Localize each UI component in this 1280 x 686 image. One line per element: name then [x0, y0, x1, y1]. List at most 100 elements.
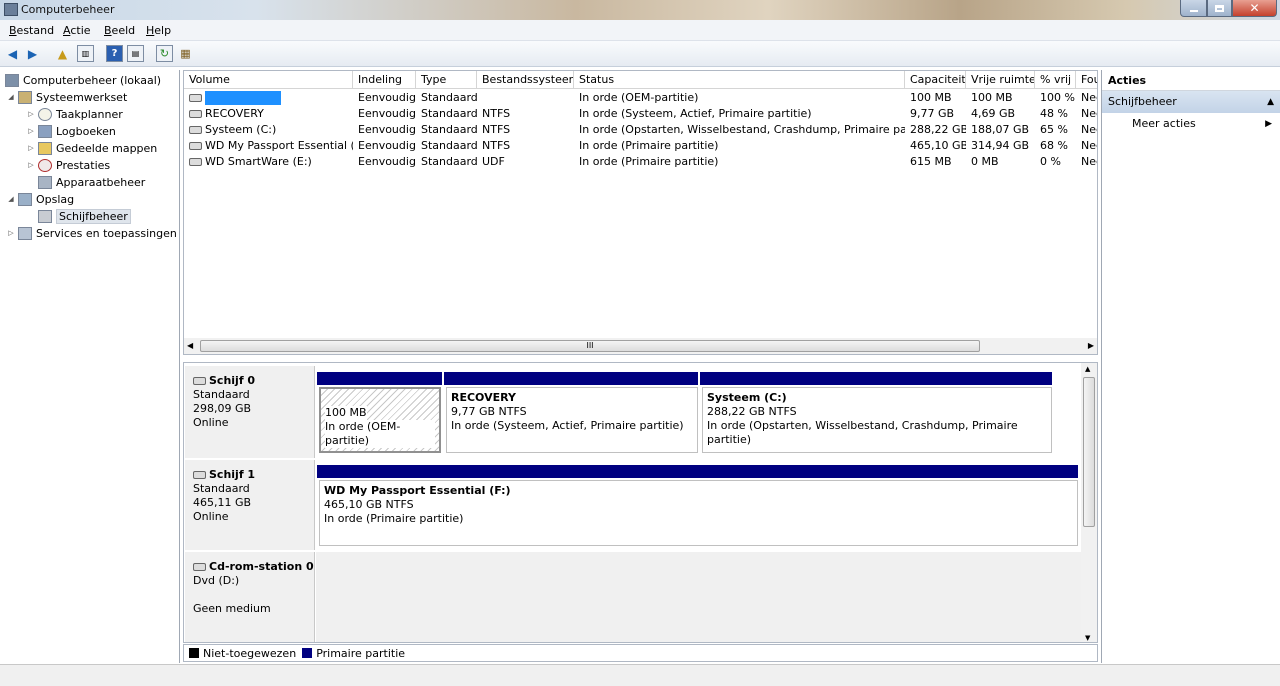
tree-item-apparaatbeheer[interactable]: Apparaatbeheer	[36, 174, 145, 190]
expand-arrow-icon[interactable]: ▷	[26, 161, 36, 169]
table-row[interactable]: WD SmartWare (E:) Eenvoudig Standaard UD…	[184, 154, 1097, 170]
cell-procent-vrij: 0 %	[1040, 155, 1061, 168]
disk-size: 298,09 GB	[193, 402, 252, 415]
forward-arrow-icon[interactable]: ▶	[24, 45, 41, 62]
cell-type: Standaard	[421, 155, 477, 168]
actions-item-label: Meer acties	[1132, 117, 1196, 130]
close-button[interactable]: ✕	[1232, 0, 1277, 17]
tree-item-systeemwerkset[interactable]: ◢ Systeemwerkset	[6, 89, 127, 105]
help-icon[interactable]: ?	[106, 45, 123, 62]
menu-bestand[interactable]: Bestand	[9, 24, 54, 37]
vertical-scrollbar[interactable]: ▲ ▼	[1081, 363, 1097, 642]
cdrom-0-label[interactable]: Cd-rom-station 0 Dvd (D:) Geen medium	[185, 552, 315, 642]
cell-capaciteit: 615 MB	[910, 155, 952, 168]
table-row[interactable]: RECOVERY Eenvoudig Standaard NTFS In ord…	[184, 106, 1097, 122]
partition-recovery[interactable]: RECOVERY 9,77 GB NTFS In orde (Systeem, …	[446, 387, 698, 453]
partition-name: RECOVERY	[451, 391, 516, 404]
refresh-icon[interactable]: ↻	[156, 45, 173, 62]
column-header-status[interactable]: Status	[574, 71, 905, 89]
column-header-bestandssysteem[interactable]: Bestandssysteem	[477, 71, 574, 89]
clock-icon	[38, 107, 52, 121]
restore-icon	[1215, 4, 1224, 12]
disk-name: Schijf 0	[209, 374, 256, 387]
show-hide-tree-icon[interactable]: ▥	[77, 45, 94, 62]
table-row[interactable]: WD My Passport Essential (F:) Eenvoudig …	[184, 138, 1097, 154]
partition-wd-passport[interactable]: WD My Passport Essential (F:) 465,10 GB …	[319, 480, 1078, 546]
scroll-up-icon[interactable]: ▲	[1085, 365, 1090, 373]
menu-beeld[interactable]: Beeld	[104, 24, 135, 37]
back-arrow-icon[interactable]: ◀	[4, 45, 21, 62]
menu-help[interactable]: Help	[146, 24, 171, 37]
column-header-type[interactable]: Type	[416, 71, 477, 89]
column-header-volume[interactable]: Volume	[184, 71, 353, 89]
disk-status: Online	[193, 416, 229, 429]
tree-label: Schijfbeheer	[56, 208, 131, 224]
maximize-button[interactable]	[1207, 0, 1232, 17]
cell-vrije-ruimte: 100 MB	[971, 91, 1013, 104]
hard-disk-icon	[193, 377, 206, 385]
scroll-down-icon[interactable]: ▼	[1085, 634, 1090, 642]
computer-icon	[5, 73, 19, 87]
tree-label: Systeemwerkset	[36, 90, 128, 104]
cell-procent-vrij: 48 %	[1040, 107, 1068, 120]
up-folder-icon[interactable]: ▲	[54, 45, 71, 62]
tree-item-logboeken[interactable]: ▷ Logboeken	[26, 123, 116, 139]
scrollbar-thumb[interactable]	[1083, 377, 1095, 527]
collapse-up-icon[interactable]: ▲	[1267, 91, 1274, 113]
table-row[interactable]: Systeem (C:) Eenvoudig Standaard NTFS In…	[184, 122, 1097, 138]
menu-actie[interactable]: Actie	[63, 24, 91, 37]
tree-item-taakplanner[interactable]: ▷ Taakplanner	[26, 106, 123, 122]
column-header-indeling[interactable]: Indeling	[353, 71, 416, 89]
expand-arrow-icon[interactable]: ▷	[26, 127, 36, 135]
menu-bar: Bestand Actie Beeld Help	[0, 20, 1280, 41]
disk-0-label[interactable]: Schijf 0 Standaard 298,09 GB Online	[185, 366, 315, 458]
expand-arrow-icon[interactable]: ▷	[26, 144, 36, 152]
partition-systeem[interactable]: Systeem (C:) 288,22 GB NTFS In orde (Ops…	[702, 387, 1052, 453]
collapse-arrow-icon[interactable]: ◢	[6, 93, 16, 101]
performance-icon	[38, 158, 52, 172]
tree-label: Prestaties	[56, 158, 111, 172]
legend-label-unallocated: Niet-toegewezen	[203, 646, 297, 660]
disk-name: Cd-rom-station 0	[209, 560, 314, 573]
expand-arrow-icon[interactable]: ▷	[26, 110, 36, 118]
cell-volume: Systeem (C:)	[184, 122, 353, 138]
tree-item-services-en-toepassingen[interactable]: ▷ Services en toepassingen	[6, 225, 177, 241]
table-row[interactable]: Eenvoudig Standaard In orde (OEM-partiti…	[184, 90, 1097, 106]
column-header-fout[interactable]: Fou	[1076, 71, 1097, 89]
disk-1-label[interactable]: Schijf 1 Standaard 465,11 GB Online	[185, 460, 315, 550]
cell-bestandssysteem	[477, 90, 574, 106]
partition-name: WD My Passport Essential (F:)	[324, 484, 511, 497]
tree-item-prestaties[interactable]: ▷ Prestaties	[26, 157, 110, 173]
disk-icon	[189, 142, 202, 150]
minimize-icon	[1189, 10, 1198, 12]
partition-oem[interactable]: 100 MB In orde (OEM-partitie)	[319, 387, 441, 453]
column-header-capaciteit[interactable]: Capaciteit	[905, 71, 966, 89]
partition-size: 9,77 GB NTFS	[451, 405, 527, 418]
expand-arrow-icon[interactable]: ▷	[6, 229, 16, 237]
tree-label: Opslag	[36, 192, 75, 206]
scroll-left-icon[interactable]: ◀	[187, 341, 193, 350]
horizontal-scrollbar[interactable]: ◀ III ▶	[184, 338, 1097, 354]
cell-vrije-ruimte: 4,69 GB	[971, 107, 1016, 120]
tree-item-opslag[interactable]: ◢ Opslag	[6, 191, 74, 207]
scroll-right-icon[interactable]: ▶	[1088, 341, 1094, 350]
tree-item-gedeelde-mappen[interactable]: ▷ Gedeelde mappen	[26, 140, 157, 156]
actions-header: Acties	[1102, 70, 1280, 91]
scrollbar-thumb[interactable]: III	[200, 340, 980, 352]
tree-item-schijfbeheer[interactable]: Schijfbeheer	[36, 208, 131, 224]
status-bar	[0, 664, 1280, 686]
actions-item-meer-acties[interactable]: Meer acties ▶	[1102, 113, 1280, 135]
collapse-arrow-icon[interactable]: ◢	[6, 195, 16, 203]
column-header-procent-vrij[interactable]: % vrij	[1035, 71, 1076, 89]
cell-vrije-ruimte: 188,07 GB	[971, 123, 1030, 136]
column-header-vrije-ruimte[interactable]: Vrije ruimte	[966, 71, 1035, 89]
actions-section-label: Schijfbeheer	[1108, 95, 1177, 108]
properties-icon[interactable]: ▦	[177, 45, 194, 62]
minimize-button[interactable]	[1180, 0, 1207, 17]
actions-section-schijfbeheer[interactable]: Schijfbeheer ▲	[1102, 91, 1280, 113]
show-hide-action-pane-icon[interactable]: ▤	[127, 45, 144, 62]
tree-label: Gedeelde mappen	[56, 141, 158, 155]
cell-indeling: Eenvoudig	[358, 139, 416, 152]
tree-item-root[interactable]: Computerbeheer (lokaal)	[3, 72, 161, 88]
redacted-volume-name	[205, 91, 281, 105]
